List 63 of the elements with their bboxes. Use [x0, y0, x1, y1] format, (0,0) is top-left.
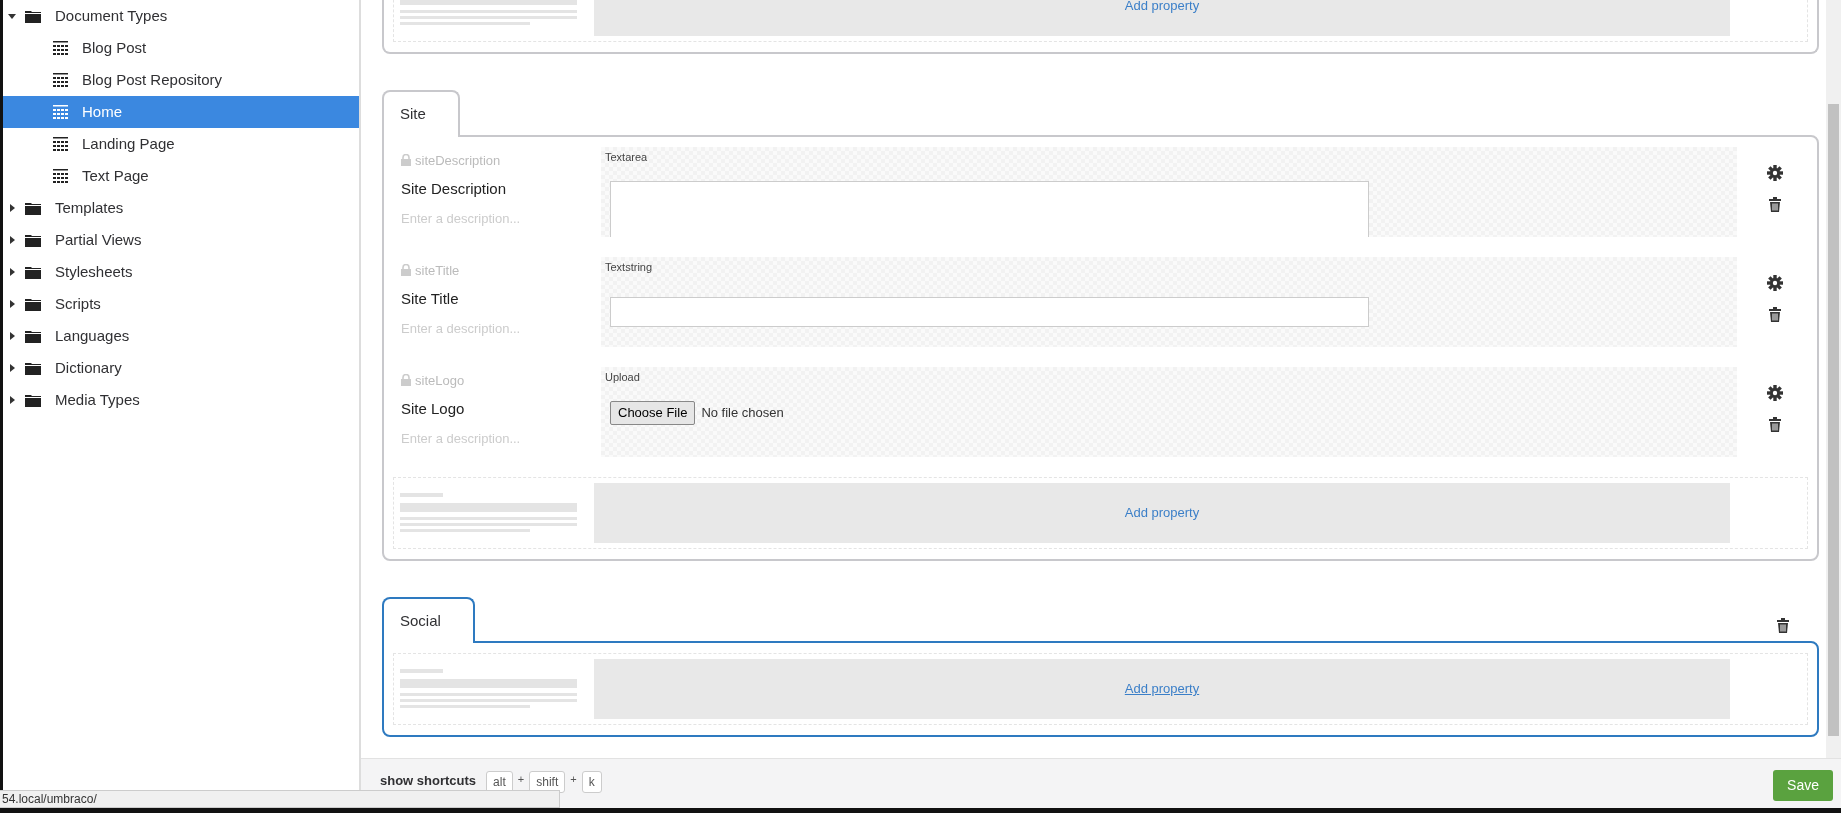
property-name[interactable]: Site Description	[401, 178, 601, 201]
tree-item[interactable]: Templates	[3, 192, 359, 224]
caret-right-icon[interactable]	[8, 300, 16, 308]
delete-icon[interactable]	[1777, 618, 1789, 633]
folder-icon	[25, 393, 41, 407]
editor-name: Textstring	[605, 259, 654, 275]
editor-name: Upload	[605, 369, 641, 385]
caret-right-icon[interactable]	[8, 236, 16, 244]
key-cap: alt	[486, 771, 513, 793]
status-url: 54.local/umbraco/	[0, 790, 560, 808]
caret-right-icon[interactable]	[8, 364, 16, 372]
tree-item[interactable]: Text Page	[3, 160, 359, 192]
tree-item[interactable]: Home	[3, 96, 359, 128]
caret-right-icon[interactable]	[8, 204, 16, 212]
key-cap: k	[581, 771, 602, 793]
grid-icon	[53, 104, 68, 120]
plus-sign: +	[517, 772, 525, 787]
add-property-link[interactable]: Add property	[1124, 502, 1200, 523]
tree-item[interactable]: Landing Page	[3, 128, 359, 160]
plus-sign: +	[570, 772, 577, 787]
folder-icon	[25, 361, 41, 375]
choose-file-button[interactable]: Choose File	[610, 401, 696, 425]
delete-icon[interactable]	[1769, 416, 1781, 432]
grid-icon	[53, 168, 68, 184]
tree-item[interactable]: Stylesheets	[3, 256, 359, 288]
tree-item[interactable]: Blog Post Repository	[3, 64, 359, 96]
tree-item[interactable]: Languages	[3, 320, 359, 352]
add-property-link[interactable]: Add property	[1124, 0, 1200, 16]
grid-icon	[53, 136, 68, 152]
tree-item[interactable]: Scripts	[3, 288, 359, 320]
folder-icon	[25, 9, 41, 23]
tree-item[interactable]: Partial Views	[3, 224, 359, 256]
caret-right-icon[interactable]	[8, 396, 16, 404]
delete-icon[interactable]	[1769, 306, 1781, 322]
tree-item[interactable]: Document Types	[3, 0, 359, 32]
tree-item[interactable]: Dictionary	[3, 352, 359, 384]
scrollbar[interactable]	[1826, 0, 1841, 758]
caret-down-icon[interactable]	[8, 12, 16, 20]
folder-icon	[25, 329, 41, 343]
settings-icon[interactable]	[1767, 384, 1783, 401]
add-property-link[interactable]: Add property	[1124, 679, 1200, 699]
grid-icon	[53, 72, 68, 88]
settings-icon[interactable]	[1767, 164, 1783, 181]
folder-icon	[25, 201, 41, 215]
editor-name: Textarea	[605, 149, 649, 165]
key-cap: shift	[529, 771, 566, 793]
scrollbar-thumb[interactable]	[1828, 104, 1839, 736]
property-name[interactable]: Site Title	[401, 288, 601, 311]
group-tab[interactable]: Social	[382, 596, 475, 643]
settings-icon[interactable]	[1767, 274, 1783, 291]
shortcuts-label[interactable]: show shortcuts	[380, 771, 477, 791]
group-tab[interactable]: Site	[382, 90, 460, 137]
file-status: No file chosen	[701, 404, 784, 422]
caret-right-icon[interactable]	[8, 332, 16, 340]
grid-icon	[53, 40, 68, 56]
folder-icon	[25, 265, 41, 279]
property-name[interactable]: Site Logo	[401, 398, 601, 421]
folder-icon	[25, 233, 41, 247]
folder-icon	[25, 297, 41, 311]
tree-item[interactable]: Blog Post	[3, 32, 359, 64]
delete-icon[interactable]	[1769, 196, 1781, 212]
tree-item[interactable]: Media Types	[3, 384, 359, 416]
caret-right-icon[interactable]	[8, 268, 16, 276]
